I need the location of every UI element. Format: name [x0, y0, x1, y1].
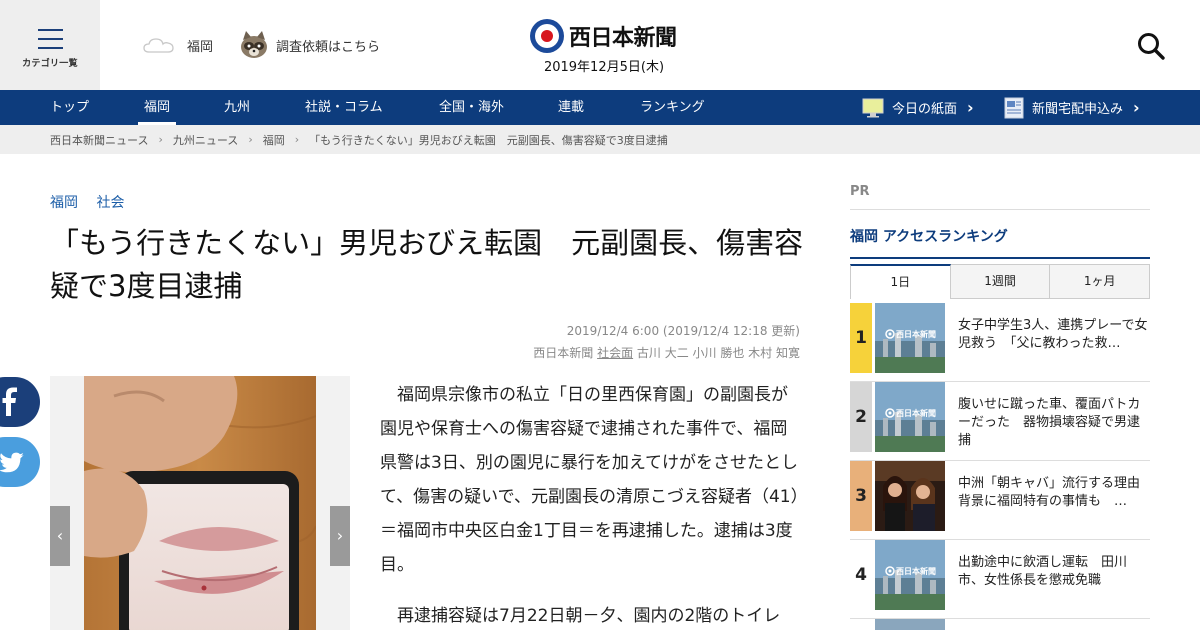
site-logo[interactable]: 西日本新聞: [529, 18, 679, 54]
ranking-thumbnail: 西日本新聞: [875, 303, 945, 373]
search-icon[interactable]: [1136, 31, 1166, 61]
tab-1day[interactable]: 1日: [850, 264, 951, 299]
cloud-icon: [143, 38, 174, 53]
article-source: 西日本新聞: [533, 346, 594, 360]
gallery-prev-button[interactable]: ‹: [50, 506, 70, 566]
breadcrumb-item-fukuoka[interactable]: 福岡: [263, 132, 285, 148]
ranking-list: 1 西日本新聞 女子中学生3人、連携プレーで女児救う 「父に教わった救… 2 西…: [850, 303, 1154, 630]
monitor-icon: [862, 98, 884, 117]
ranking-item-title: 出勤途中に飲酒し運転 田川市、女性係長を懲戒免職: [958, 555, 1128, 588]
thumbnail-logo-text: 西日本新聞: [896, 329, 936, 339]
ranking-tabs: 1日 1週間 1ヶ月: [850, 264, 1151, 299]
nav-item-fukuoka[interactable]: 福岡: [137, 90, 177, 125]
breadcrumb-item-home[interactable]: 西日本新聞ニュース: [50, 132, 148, 148]
article-tags: 福岡 社会: [50, 192, 138, 212]
article-authors: 古川 大二 小川 勝也 木村 知寛: [636, 346, 800, 360]
ranking-item[interactable]: 3 中洲「朝キャバ」流行する理由 背景に福岡特有の事情も …: [850, 461, 1154, 540]
breadcrumb: 西日本新聞ニュース › 九州ニュース › 福岡 › 「もう行きたくない」男児おび…: [0, 125, 1200, 154]
chevron-right-icon: ›: [248, 133, 253, 146]
delivery-signup-link[interactable]: 新聞宅配申込み ›: [1004, 90, 1140, 125]
ranking-thumbnail: 西日本新聞: [875, 382, 945, 452]
ranking-item[interactable]: 4 西日本新聞 出勤途中に飲酒し運転 田川市、女性係長を懲戒免職: [850, 540, 1150, 619]
ranking-thumbnail: [875, 461, 945, 531]
article-paragraph: 再逮捕容疑は7月22日朝－夕、園内の2階のトイレ: [397, 606, 781, 626]
nav-item-national[interactable]: 全国・海外: [439, 90, 504, 125]
ranking-item-title: 腹いせに蹴った車、覆面パトカーだった 器物損壊容疑で男逮捕: [958, 397, 1141, 448]
facebook-share-button[interactable]: [0, 377, 40, 427]
logo-mark-icon: [530, 19, 564, 53]
tab-1month[interactable]: 1ヶ月: [1050, 264, 1151, 299]
article-dates: 2019/12/4 6:00 (2019/12/4 12:18 更新): [566, 324, 800, 338]
article-body: 福岡県宗像市の私立「日の里西保育園」の副園長が園児や保育士への傷害容疑で逮捕され…: [380, 378, 800, 630]
facebook-icon: [2, 387, 17, 416]
divider: [850, 257, 1150, 259]
chevron-right-icon: ›: [1133, 98, 1140, 117]
category-menu-label: カテゴリ一覧: [22, 59, 78, 69]
ranking-item-title: 中洲「朝キャバ」流行する理由 背景に福岡特有の事情も …: [958, 476, 1154, 509]
current-date: 2019年12月5日(木): [543, 60, 665, 75]
tab-1week[interactable]: 1週間: [950, 264, 1051, 299]
delivery-signup-label: 新聞宅配申込み: [1032, 102, 1124, 117]
thumbnail-logo-text: 西日本新聞: [896, 408, 936, 418]
chevron-right-icon: ›: [158, 133, 163, 146]
todays-paper-link[interactable]: 今日の紙面 ›: [862, 90, 974, 125]
tag-fukuoka[interactable]: 福岡: [50, 195, 78, 211]
gallery-next-button[interactable]: ›: [330, 506, 350, 566]
ranking-thumbnail: [875, 619, 945, 630]
newspaper-icon: [1004, 97, 1024, 118]
nav-item-ranking[interactable]: ランキング: [640, 90, 705, 125]
article-meta: 2019/12/4 6:00 (2019/12/4 12:18 更新) 西日本新…: [533, 320, 800, 364]
ranking-thumbnail: 西日本新聞: [875, 540, 945, 610]
rank-badge: 2: [850, 382, 872, 452]
article-title: 「もう行きたくない」男児おびえ転園 元副園長、傷害容疑で3度目逮捕: [50, 226, 804, 303]
rank-badge: 3: [850, 461, 872, 531]
ranking-title: 福岡 アクセスランキング: [850, 229, 1008, 245]
chevron-right-icon: ›: [294, 133, 300, 146]
section-link[interactable]: 社会面: [597, 346, 633, 360]
thumbnail-logo-text: 西日本新聞: [896, 566, 936, 576]
site-header: カテゴリ一覧 福岡 調査依頼はこちら 西日本新聞 2019年12月5日(木): [0, 0, 1200, 90]
logo-text: 西日本新聞: [569, 25, 677, 51]
ranking-item[interactable]: 2 西日本新聞 腹いせに蹴った車、覆面パトカーだった 器物損壊容疑で男逮捕: [850, 382, 1150, 461]
twitter-icon: [0, 452, 24, 473]
divider: [850, 209, 1150, 210]
article-paragraph: 福岡県宗像市の私立「日の里西保育園」の副園長が園児や保育士への傷害容疑で逮捕され…: [380, 385, 800, 575]
weather-widget[interactable]: 福岡: [143, 35, 213, 55]
ranking-item[interactable]: [850, 619, 1150, 630]
nav-item-series[interactable]: 連載: [558, 90, 584, 125]
breadcrumb-item-current: 「もう行きたくない」男児おびえ転園 元副園長、傷害容疑で3度目逮捕: [309, 133, 668, 147]
investigation-request-link[interactable]: 調査依頼はこちら: [238, 30, 380, 60]
breadcrumb-item-kyushu[interactable]: 九州ニュース: [173, 132, 238, 148]
pr-label: PR: [850, 184, 870, 199]
photo-gallery: ‹ ›: [50, 376, 350, 630]
tag-society[interactable]: 社会: [96, 195, 124, 211]
rank-badge: 4: [850, 540, 872, 610]
nav-item-kyushu[interactable]: 九州: [224, 90, 250, 125]
chevron-right-icon: ›: [967, 98, 974, 117]
twitter-share-button[interactable]: [0, 437, 40, 487]
todays-paper-label: 今日の紙面: [892, 102, 958, 117]
investigation-request-label: 調査依頼はこちら: [276, 39, 381, 55]
weather-location: 福岡: [187, 39, 214, 55]
category-menu-button[interactable]: カテゴリ一覧: [0, 0, 100, 90]
ranking-item-title: 女子中学生3人、連携プレーで女児救う 「父に教わった救…: [958, 318, 1148, 351]
hamburger-icon: [38, 29, 63, 49]
ranking-item[interactable]: 1 西日本新聞 女子中学生3人、連携プレーで女児救う 「父に教わった救…: [850, 303, 1150, 382]
rank-badge: 1: [850, 303, 872, 373]
nav-item-top[interactable]: トップ: [50, 90, 89, 125]
global-nav: トップ 福岡 九州 社説・コラム 全国・海外 連載 ランキング 今日の紙面 › …: [0, 90, 1200, 125]
article-photo: [84, 376, 316, 630]
nav-item-editorial[interactable]: 社説・コラム: [305, 90, 383, 125]
raccoon-mascot-icon: [241, 31, 267, 58]
